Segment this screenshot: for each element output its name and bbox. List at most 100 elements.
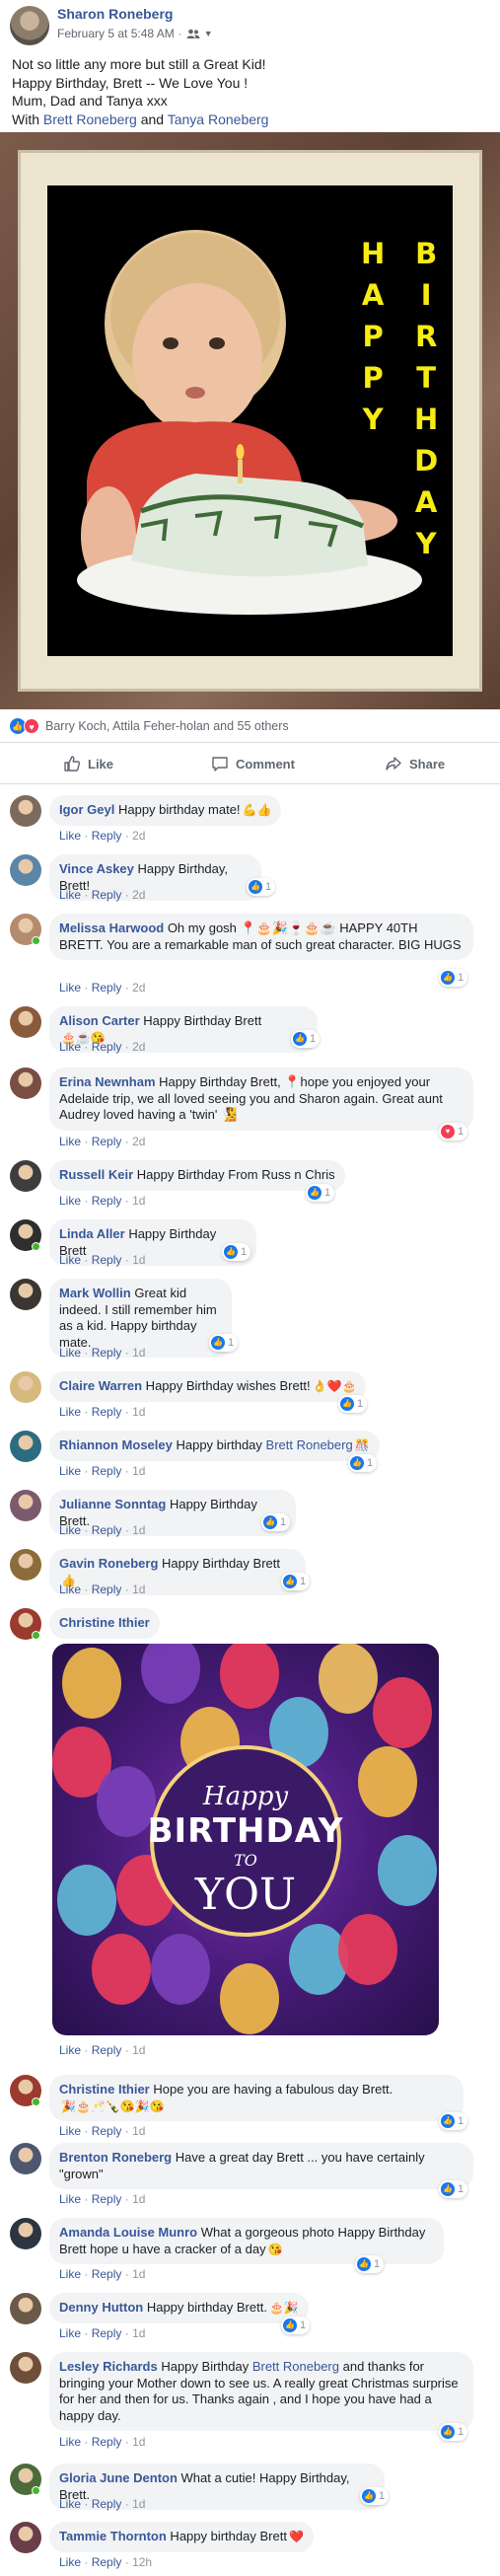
commenter-name[interactable]: Lesley Richards [59,2359,158,2374]
commenter-name[interactable]: Denny Hutton [59,2300,143,2315]
comment-time[interactable]: 2d [132,1040,145,1054]
comment-time[interactable]: 2d [132,888,145,902]
comment-time[interactable]: 12h [132,2555,152,2569]
friends-icon[interactable] [186,29,200,39]
comment-reply-link[interactable]: Reply [92,1135,122,1148]
comment-reaction-count[interactable]: 👍 1 [338,1395,368,1413]
comment-reply-link[interactable]: Reply [92,1582,122,1596]
commenter-avatar[interactable] [10,2218,41,2249]
commenter-name[interactable]: Russell Keir [59,1167,133,1182]
comment-time[interactable]: 1d [132,1194,145,1208]
commenter-name[interactable]: Gloria June Denton [59,2470,178,2485]
reactions-summary[interactable]: Barry Koch, Attila Feher-holan and 55 ot… [45,719,289,733]
comment-reaction-count[interactable]: 👍 1 [360,2487,390,2505]
comment-like-link[interactable]: Like [59,829,81,843]
tagged-user[interactable]: Brett Roneberg [252,2359,339,2374]
birthday-gif[interactable]: Happy BIRTHDAY TO YOU [52,1644,439,2035]
comment-time[interactable]: 1d [132,2192,145,2206]
commenter-avatar[interactable] [10,854,41,886]
comment-like-link[interactable]: Like [59,1135,81,1148]
comment-like-link[interactable]: Like [59,1582,81,1596]
comment-time[interactable]: 1d [132,1253,145,1267]
commenter-name[interactable]: Igor Geyl [59,802,114,817]
comment-reply-link[interactable]: Reply [92,2267,122,2281]
commenter-avatar[interactable] [10,2522,41,2553]
comment-reply-link[interactable]: Reply [92,1253,122,1267]
comment-time[interactable]: 1d [132,1582,145,1596]
commenter-name[interactable]: Christine Ithier [59,2082,150,2097]
commenter-name[interactable]: Amanda Louise Munro [59,2225,197,2240]
commenter-name[interactable]: Brenton Roneberg [59,2150,172,2165]
comment-reply-link[interactable]: Reply [92,1405,122,1419]
commenter-avatar[interactable] [10,1006,41,1038]
commenter-avatar[interactable] [10,2143,41,2174]
comment-reply-link[interactable]: Reply [92,888,122,902]
comment-like-link[interactable]: Like [59,2435,81,2449]
comment-like-link[interactable]: Like [59,2192,81,2206]
comment-reaction-count[interactable]: 👍 1 [439,2423,468,2441]
comment-like-link[interactable]: Like [59,981,81,994]
comment-reaction-count[interactable]: 👍 1 [222,1243,251,1261]
comment-like-link[interactable]: Like [59,1346,81,1360]
comment-reply-link[interactable]: Reply [92,1194,122,1208]
comment-like-link[interactable]: Like [59,1405,81,1419]
comment-button[interactable]: Comment [211,755,295,773]
share-button[interactable]: Share [385,755,445,773]
commenter-name[interactable]: Melissa Harwood [59,920,164,935]
comment-time[interactable]: 1d [132,1523,145,1537]
comment-like-link[interactable]: Like [59,2124,81,2138]
commenter-name[interactable]: Gavin Roneberg [59,1556,158,1571]
comment-reply-link[interactable]: Reply [92,1040,122,1054]
commenter-name[interactable]: Rhiannon Moseley [59,1437,173,1452]
commenter-avatar[interactable] [10,1371,41,1403]
tag-tanya[interactable]: Tanya Roneberg [168,111,269,127]
tag-brett[interactable]: Brett Roneberg [43,111,137,127]
tagged-user[interactable]: Brett Roneberg [266,1437,353,1452]
commenter-avatar[interactable] [10,1067,41,1099]
comment-reply-link[interactable]: Reply [92,2435,122,2449]
comment-time[interactable]: 1d [132,2435,145,2449]
comment-time[interactable]: 1d [132,2497,145,2511]
commenter-name[interactable]: Vince Askey [59,861,134,876]
comment-time[interactable]: 1d [132,2326,145,2340]
comment-reaction-count[interactable]: 👍 1 [261,1513,291,1531]
comment-reaction-count[interactable]: 👍 1 [439,2180,468,2198]
chevron-down-icon[interactable]: ▼ [204,29,213,38]
comment-like-link[interactable]: Like [59,1464,81,1478]
comment-reply-link[interactable]: Reply [92,829,122,843]
comment-reaction-count[interactable]: 👍 1 [355,2255,385,2273]
comment-time[interactable]: 2d [132,829,145,843]
comment-like-link[interactable]: Like [59,888,81,902]
post-date[interactable]: February 5 at 5:48 AM [57,27,175,40]
comment-like-link[interactable]: Like [59,1253,81,1267]
comment-reply-link[interactable]: Reply [92,2043,122,2057]
comment-reply-link[interactable]: Reply [92,981,122,994]
reactions-bar[interactable]: 👍 ♥ Barry Koch, Attila Feher-holan and 5… [0,709,500,743]
comment-reply-link[interactable]: Reply [92,2555,122,2569]
comment-time[interactable]: 1d [132,2267,145,2281]
comment-time[interactable]: 2d [132,981,145,994]
commenter-avatar[interactable] [10,2293,41,2324]
commenter-name[interactable]: Mark Wollin [59,1286,131,1300]
comment-like-link[interactable]: Like [59,1040,81,1054]
commenter-avatar[interactable] [10,1549,41,1581]
comment-reaction-count[interactable]: ♥ 1 [439,1123,468,1141]
commenter-avatar[interactable] [10,795,41,827]
comment-reply-link[interactable]: Reply [92,2124,122,2138]
comment-time[interactable]: 1d [132,2043,145,2057]
commenter-name[interactable]: Claire Warren [59,1378,142,1393]
comment-time[interactable]: 1d [132,1346,145,1360]
comment-reaction-count[interactable]: 👍 1 [348,1454,378,1472]
post-photo[interactable]: H A P P Y B I R T H D A Y [0,132,500,709]
comment-like-link[interactable]: Like [59,1194,81,1208]
comment-time[interactable]: 1d [132,1464,145,1478]
commenter-name[interactable]: Erina Newnham [59,1074,156,1089]
comment-reply-link[interactable]: Reply [92,1464,122,1478]
comment-like-link[interactable]: Like [59,2326,81,2340]
comment-like-link[interactable]: Like [59,1523,81,1537]
comment-reply-link[interactable]: Reply [92,2326,122,2340]
commenter-avatar[interactable] [10,1431,41,1462]
comment-like-link[interactable]: Like [59,2267,81,2281]
comment-reaction-count[interactable]: 👍 1 [281,1573,311,1590]
commenter-name[interactable]: Linda Aller [59,1226,125,1241]
